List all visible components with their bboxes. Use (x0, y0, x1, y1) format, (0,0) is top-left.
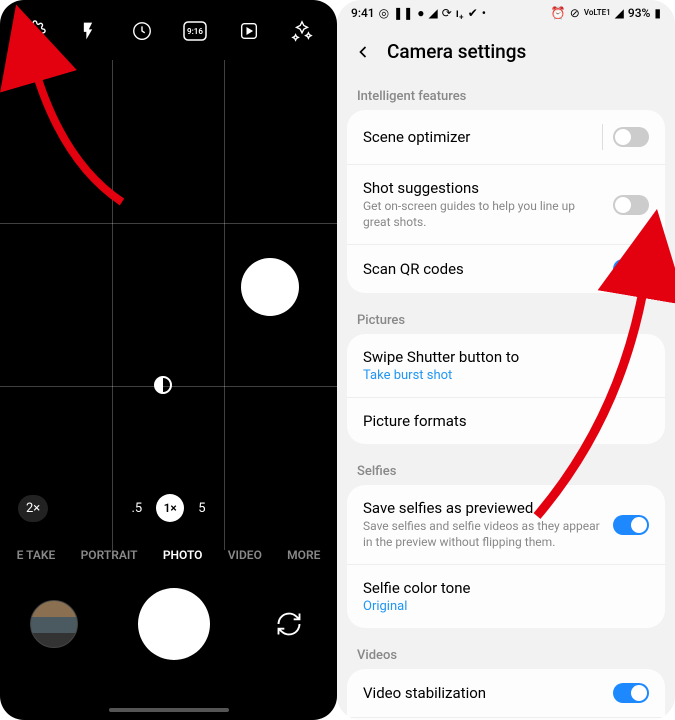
toggle-shot-suggestions[interactable] (613, 195, 649, 215)
row-shot-suggestions[interactable]: Shot suggestions Get on-screen guides to… (347, 165, 665, 245)
filters-icon[interactable] (288, 17, 316, 45)
mode-option[interactable]: E TAKE (17, 548, 56, 562)
pause-icon: ❚❚ (393, 6, 413, 20)
sublabel: Get on-screen guides to help you line up… (363, 199, 601, 230)
flash-icon[interactable] (74, 17, 102, 45)
card-selfies: Save selfies as previewed Save selfies a… (347, 485, 665, 628)
section-intelligent: Intelligent features (337, 79, 675, 110)
mic-icon: ı₊ (456, 6, 464, 20)
settings-app: 9:41 ◎ ❚❚ ● ◢ ⟳ ı₊ ✔ • ⏰ ⊘ VoLTE1 ◢ 93% … (337, 0, 675, 720)
label: Picture formats (363, 412, 637, 430)
zoom-controls: 2× .5 1× 5 (0, 494, 337, 522)
back-button[interactable] (353, 42, 373, 62)
sync-icon: ⟳ (442, 6, 452, 20)
gear-icon[interactable] (21, 17, 49, 45)
label: Swipe Shutter button to (363, 348, 637, 366)
zoom-option[interactable]: .5 (131, 501, 142, 516)
focus-indicator (241, 258, 299, 316)
label: Save selfies as previewed (363, 499, 601, 517)
row-save-selfies[interactable]: Save selfies as previewed Save selfies a… (347, 485, 665, 565)
twitter-icon: ✔ (468, 6, 478, 20)
mode-option-active[interactable]: PHOTO (163, 548, 203, 562)
card-videos: Video stabilization Advanced recording o… (347, 669, 665, 720)
mode-option[interactable]: VIDEO (228, 548, 262, 562)
messenger-icon: ● (417, 6, 424, 20)
section-pictures: Pictures (337, 303, 675, 334)
timer-icon[interactable] (128, 17, 156, 45)
card-intelligent: Scene optimizer Shot suggestions Get on-… (347, 110, 665, 293)
volte-label: VoLTE1 (584, 9, 611, 17)
status-bar: 9:41 ◎ ❚❚ ● ◢ ⟳ ı₊ ✔ • ⏰ ⊘ VoLTE1 ◢ 93% … (337, 0, 675, 26)
telegram-icon: ◢ (428, 6, 437, 20)
toggle-save-selfies[interactable] (613, 515, 649, 535)
sublabel: Save selfies and selfie videos as they a… (363, 519, 601, 550)
label: Video stabilization (363, 684, 601, 702)
section-selfies: Selfies (337, 454, 675, 485)
card-pictures: Swipe Shutter button to Take burst shot … (347, 334, 665, 444)
section-videos: Videos (337, 638, 675, 669)
camera-app: 9:16 2× .5 1× 5 E TAKE PORTRAIT PHOTO VI… (0, 0, 337, 720)
switch-camera-button[interactable] (271, 606, 307, 642)
mode-selector[interactable]: E TAKE PORTRAIT PHOTO VIDEO MORE (0, 548, 337, 562)
mode-option[interactable]: MORE (287, 548, 320, 562)
signal-icon: ◢ (615, 6, 624, 20)
row-selfie-tone[interactable]: Selfie color tone Original (347, 565, 665, 628)
label: Selfie color tone (363, 579, 637, 597)
label: Scan QR codes (363, 260, 601, 278)
exposure-indicator[interactable] (154, 376, 172, 394)
camera-topbar: 9:16 (0, 0, 337, 52)
zoom-option-active[interactable]: 1× (156, 494, 184, 522)
row-picture-formats[interactable]: Picture formats (347, 398, 665, 444)
row-swipe-shutter[interactable]: Swipe Shutter button to Take burst shot (347, 334, 665, 398)
home-indicator (109, 708, 229, 712)
toggle-scene-optimizer[interactable] (613, 127, 649, 147)
gallery-thumbnail[interactable] (30, 600, 78, 648)
status-time: 9:41 (351, 6, 375, 20)
viewfinder[interactable] (0, 60, 337, 550)
toggle-scan-qr[interactable] (613, 259, 649, 279)
label: Scene optimizer (363, 128, 590, 146)
motion-photo-icon[interactable] (235, 17, 263, 45)
battery-icon: ▮ (654, 6, 661, 20)
mode-option[interactable]: PORTRAIT (81, 548, 138, 562)
whatsapp-icon: ◎ (379, 6, 389, 20)
page-title: Camera settings (387, 40, 526, 63)
toggle-video-stab[interactable] (613, 683, 649, 703)
zoom-preset-left[interactable]: 2× (18, 495, 48, 522)
zoom-option[interactable]: 5 (198, 501, 205, 516)
shutter-button[interactable] (138, 588, 210, 660)
value: Take burst shot (363, 368, 637, 383)
battery-text: 93% (628, 6, 650, 20)
shutter-row (0, 588, 337, 660)
value: Original (363, 599, 637, 614)
label: Shot suggestions (363, 179, 601, 197)
more-icon: • (482, 6, 486, 20)
alarm-icon: ⏰ (551, 6, 566, 20)
row-scene-optimizer[interactable]: Scene optimizer (347, 110, 665, 165)
dnd-icon: ⊘ (570, 6, 580, 20)
ratio-icon[interactable]: 9:16 (181, 17, 209, 45)
settings-header: Camera settings (337, 26, 675, 79)
row-video-stab[interactable]: Video stabilization (347, 669, 665, 718)
row-scan-qr[interactable]: Scan QR codes (347, 245, 665, 293)
svg-text:9:16: 9:16 (187, 27, 203, 36)
